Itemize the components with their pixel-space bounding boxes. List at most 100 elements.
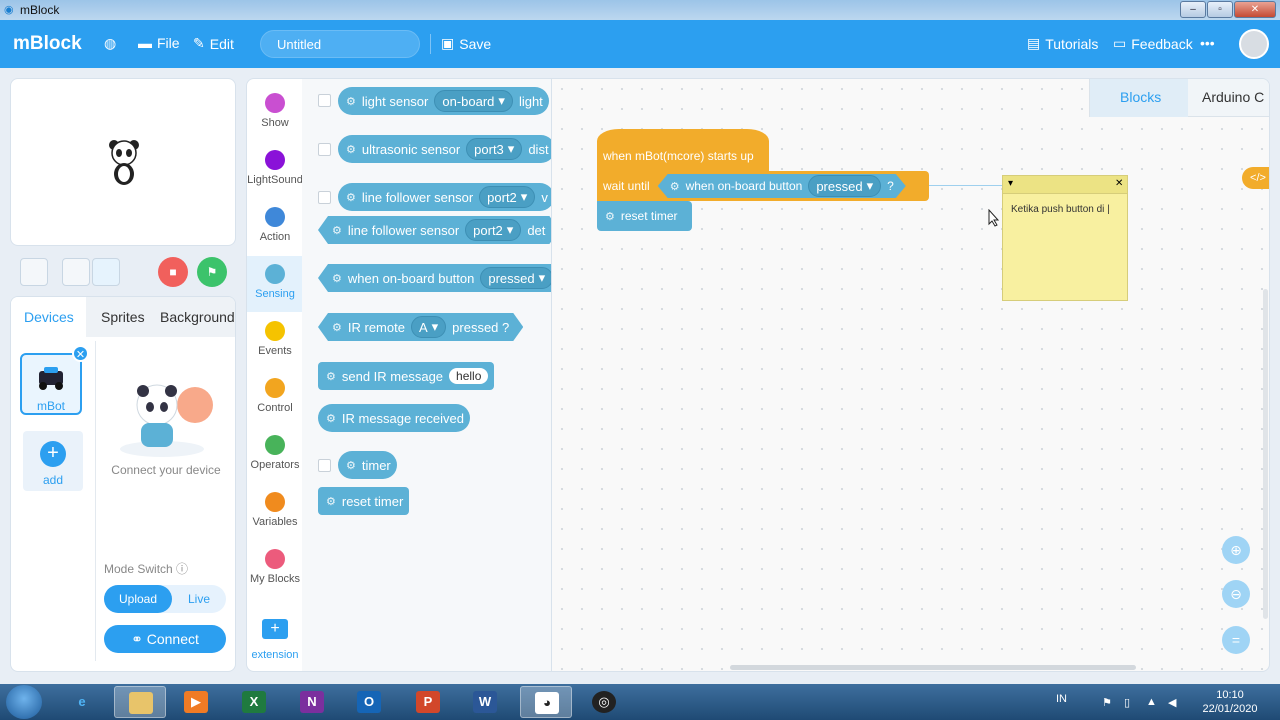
- green-flag-button[interactable]: ⚑: [197, 257, 227, 287]
- tab-devices[interactable]: Devices: [24, 309, 74, 325]
- close-window-button[interactable]: ✕: [1234, 1, 1276, 18]
- edit-menu[interactable]: ✎ Edit: [193, 35, 234, 52]
- timer-block[interactable]: ⚙ timer: [338, 451, 397, 479]
- category-my-blocks[interactable]: My Blocks: [247, 541, 303, 597]
- language-button[interactable]: ◍: [104, 35, 116, 52]
- ultrasonic-checkbox[interactable]: [318, 143, 331, 156]
- control-dot-icon: [265, 378, 285, 398]
- category-sensing[interactable]: Sensing: [247, 256, 303, 312]
- ultrasonic-port-dropdown[interactable]: port3 ▾: [466, 138, 523, 160]
- vertical-scrollbar[interactable]: [1263, 289, 1268, 619]
- category-events[interactable]: Events: [247, 313, 303, 369]
- light-sensor-block[interactable]: ⚙ light sensor on-board ▾ light: [338, 87, 549, 115]
- network-icon[interactable]: ▲: [1146, 696, 1158, 708]
- tab-background[interactable]: Background: [160, 309, 235, 325]
- device-icon[interactable]: ▯: [1124, 696, 1136, 709]
- taskbar-powerpoint[interactable]: P: [402, 686, 454, 718]
- line-follower-port-dropdown[interactable]: port2 ▾: [479, 186, 536, 208]
- ir-remote-block[interactable]: ⚙ IR remote A ▾ pressed ?: [318, 313, 523, 341]
- feedback-button[interactable]: ▭ Feedback: [1113, 35, 1193, 52]
- line-follower-detect-dropdown[interactable]: port2 ▾: [465, 219, 521, 241]
- category-show[interactable]: Show: [247, 85, 303, 141]
- onboard-button-condition[interactable]: ⚙ when on-board button pressed ▾ ?: [658, 174, 906, 198]
- when-starts-up-hat-block[interactable]: when mBot(mcore) starts up: [597, 129, 769, 171]
- outlook-icon: O: [357, 691, 381, 713]
- device-card-mbot[interactable]: mBot: [20, 353, 82, 415]
- taskbar-mblock[interactable]: ◕: [520, 686, 572, 718]
- category-operators[interactable]: Operators: [247, 427, 303, 483]
- condition-dropdown[interactable]: pressed ▾: [808, 175, 881, 197]
- add-device-button[interactable]: + add: [23, 431, 83, 491]
- tab-arduino-c[interactable]: Arduino C: [1202, 89, 1264, 105]
- ir-message-received-block[interactable]: ⚙ IR message received: [318, 404, 470, 432]
- taskbar-internet-explorer[interactable]: e: [56, 686, 108, 718]
- line-follower-detect-block[interactable]: ⚙ line follower sensor port2 ▾ det: [318, 216, 551, 244]
- horizontal-scrollbar[interactable]: [730, 665, 1136, 670]
- reset-timer-script-block[interactable]: ⚙ reset timer: [597, 201, 692, 231]
- more-menu-button[interactable]: •••: [1200, 35, 1215, 51]
- reset-timer-block[interactable]: ⚙ reset timer: [318, 487, 410, 515]
- onboard-button-dropdown[interactable]: pressed ▾: [480, 267, 551, 289]
- taskbar-outlook[interactable]: O: [343, 686, 395, 718]
- timer-checkbox[interactable]: [318, 459, 331, 472]
- close-icon[interactable]: ✕: [1115, 178, 1123, 189]
- robot-icon: ⚙: [326, 370, 336, 383]
- zoom-in-button[interactable]: ⊕: [1222, 536, 1250, 564]
- connect-button[interactable]: ⚭ Connect: [104, 625, 226, 653]
- taskbar-file-explorer[interactable]: [114, 686, 166, 718]
- robot-icon: ⚙: [669, 180, 680, 193]
- tab-sprites[interactable]: Sprites: [101, 309, 145, 325]
- block-label: light sensor: [361, 93, 429, 109]
- start-button[interactable]: [6, 685, 42, 719]
- system-clock[interactable]: 10:10 22/01/2020: [1200, 688, 1260, 716]
- onboard-button-block[interactable]: ⚙ when on-board button pressed ▾: [318, 264, 551, 292]
- send-ir-message-block[interactable]: ⚙ send IR message hello: [318, 362, 495, 390]
- maximize-button[interactable]: ▫: [1207, 1, 1233, 18]
- panda-sprite[interactable]: [107, 137, 141, 187]
- stop-button[interactable]: ■: [158, 257, 188, 287]
- comment-text[interactable]: Ketika push button di |: [1011, 204, 1110, 215]
- tab-blocks[interactable]: Blocks: [1120, 89, 1161, 105]
- stage[interactable]: [10, 78, 236, 246]
- small-stage-button[interactable]: [62, 258, 90, 286]
- mode-live-button[interactable]: Live: [172, 585, 226, 613]
- save-button[interactable]: ▣ Save: [441, 35, 491, 52]
- light-sensor-checkbox[interactable]: [318, 94, 331, 107]
- ir-message-input[interactable]: hello: [449, 368, 489, 384]
- taskbar-word[interactable]: W: [459, 686, 511, 718]
- fullscreen-button[interactable]: [20, 258, 48, 286]
- taskbar-onenote[interactable]: N: [286, 686, 338, 718]
- mode-upload-button[interactable]: Upload: [104, 585, 172, 613]
- line-follower-value-block[interactable]: ⚙ line follower sensor port2 ▾ v: [338, 183, 551, 211]
- minimize-button[interactable]: –: [1180, 1, 1206, 18]
- line-follower-checkbox[interactable]: [318, 191, 331, 204]
- user-avatar[interactable]: [1239, 29, 1269, 59]
- wait-until-block[interactable]: wait until ⚙ when on-board button presse…: [597, 171, 929, 201]
- flag-icon[interactable]: ⚑: [1102, 696, 1114, 709]
- ultrasonic-sensor-block[interactable]: ⚙ ultrasonic sensor port3 ▾ dist: [338, 135, 551, 163]
- taskbar-obs[interactable]: ◎: [578, 686, 630, 718]
- taskbar-media[interactable]: ▶: [170, 686, 222, 718]
- taskbar-excel[interactable]: X: [228, 686, 280, 718]
- category-lightsound[interactable]: LightSound: [247, 142, 303, 198]
- category-variables[interactable]: Variables: [247, 484, 303, 540]
- category-control[interactable]: Control: [247, 370, 303, 426]
- volume-icon[interactable]: ◀: [1168, 696, 1180, 709]
- collapse-icon[interactable]: ▾: [1008, 178, 1013, 189]
- file-menu[interactable]: ▬ File: [138, 35, 180, 51]
- zoom-reset-button[interactable]: =: [1222, 626, 1250, 654]
- tutorials-button[interactable]: ▤ Tutorials: [1027, 35, 1098, 52]
- light-sensor-dropdown[interactable]: on-board ▾: [434, 90, 513, 112]
- script-canvas[interactable]: Blocks Arduino C when mBot(mcore) starts…: [551, 78, 1270, 672]
- project-name-input[interactable]: Untitled: [260, 30, 420, 58]
- category-action[interactable]: Action: [247, 199, 303, 255]
- zoom-out-button[interactable]: ⊖: [1222, 580, 1250, 608]
- help-icon[interactable]: ⓘ: [176, 562, 188, 576]
- ir-remote-key-dropdown[interactable]: A ▾: [411, 316, 446, 338]
- remove-device-icon[interactable]: ✕: [72, 345, 89, 362]
- input-language[interactable]: IN: [1056, 693, 1067, 705]
- comment-note[interactable]: ▾ ✕ Ketika push button di |: [1002, 175, 1128, 301]
- code-toggle-button[interactable]: </>: [1242, 167, 1269, 189]
- large-stage-button[interactable]: [92, 258, 120, 286]
- extension-button[interactable]: +: [262, 619, 288, 639]
